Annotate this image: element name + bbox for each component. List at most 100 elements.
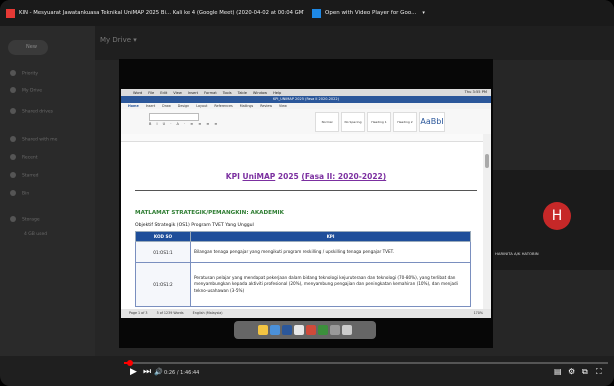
next-icon[interactable]: ⏭	[143, 367, 151, 377]
menu-view: View	[173, 90, 182, 95]
table-header-row: KOD SO KPI	[135, 231, 471, 242]
doc-scrollbar	[483, 134, 491, 309]
menu-edit: Edit	[160, 90, 168, 95]
word-title: KPI_UNIMAP 2025 (Fasa II 2020-2022)	[121, 96, 491, 103]
menu-word: Word	[133, 90, 143, 95]
miniplayer-icon[interactable]: ⧉	[582, 367, 588, 377]
video-file-icon	[6, 8, 15, 18]
tab-insert: Insert	[145, 104, 156, 108]
word-ribbon: B I U · A · ≡ ≡ ≡ ≡ Normal No Spacing He…	[121, 109, 491, 135]
storage-used: 4 GB used	[24, 232, 48, 237]
chevron-down-icon: ▾	[422, 10, 425, 16]
sidebar-item-shared-drives[interactable]: Shared drives	[10, 108, 53, 115]
gear-icon[interactable]: ⚙	[568, 367, 575, 376]
sidebar-item-bin[interactable]: Bin	[10, 190, 29, 197]
mac-clock: Thu 3:55 PM	[464, 90, 487, 94]
table-row: 01:OS1:2 Peratusan pelajar yang mendapat…	[135, 262, 471, 307]
drive-title[interactable]: My Drive ▾	[100, 36, 137, 44]
word-count: 5 of 1239 Words	[156, 311, 184, 315]
title-rule	[135, 190, 477, 191]
menu-window: Window	[252, 90, 268, 95]
kpi-code: 01:OS1:1	[135, 241, 191, 263]
sidebar-item-priority[interactable]: Priority	[10, 70, 38, 77]
style-heading-2: Heading 2	[393, 112, 417, 132]
mac-menubar: Word File Edit View Insert Format Tools …	[121, 89, 491, 96]
video-player-app-icon	[312, 8, 321, 18]
app-icon	[306, 325, 316, 335]
style-normal: Normal	[315, 112, 339, 132]
trash-icon	[10, 190, 16, 196]
tab-mailings: Mailings	[239, 104, 254, 108]
player-controls: ▶ ⏭ 🔊 0:26 / 1:46:44 ▤ ⚙ ⧉ ⛶	[0, 366, 614, 386]
menu-table: Table	[237, 90, 247, 95]
screen-frame: KIN - Mesyuarat Jawatankuasa Teknikal Un…	[0, 0, 614, 386]
word-icon	[282, 325, 292, 335]
sidebar-item-my-drive[interactable]: My Drive	[10, 87, 42, 94]
tab-home: Home	[128, 104, 139, 108]
header-kod-so: KOD SO	[135, 231, 191, 242]
word-status-bar: Page 1 of 3 5 of 1239 Words English (Mal…	[121, 309, 491, 318]
avatar: H	[543, 202, 571, 230]
objective-text: Objektif Strategik (OS1) Program TVET Ya…	[135, 223, 254, 228]
styles-gallery: Normal No Spacing Heading 1 Heading 2 Aa…	[315, 112, 447, 132]
participant-name: HARINITA A/K HATOBIN	[495, 251, 539, 256]
menu-file: File	[148, 90, 155, 95]
font-name-box	[149, 113, 199, 121]
finder-icon	[258, 325, 268, 335]
tab-design: Design	[177, 104, 190, 108]
strategic-heading: MATLAMAT STRATEGIK/PEMANGKIN: AKADEMIK	[135, 210, 284, 216]
tab-review: Review	[260, 104, 273, 108]
menu-format: Format	[204, 90, 217, 95]
sidebar-item-recent[interactable]: Recent	[10, 154, 38, 161]
fullscreen-icon[interactable]: ⛶	[596, 367, 602, 377]
drive-icon	[10, 87, 16, 93]
tab-view: View	[279, 104, 287, 108]
kpi-description: Bilangan tenaga pengajar yang mengikuti …	[190, 241, 471, 263]
menu-help: Help	[273, 90, 282, 95]
style-no-spacing: No Spacing	[341, 112, 365, 132]
tab-references: References	[214, 104, 233, 108]
play-icon[interactable]: ▶	[130, 367, 137, 377]
kpi-code: 01:OS1:2	[135, 262, 191, 307]
volume-icon[interactable]: 🔊	[154, 368, 163, 376]
tab-layout: Layout	[196, 104, 208, 108]
captions-icon[interactable]: ▤	[554, 367, 562, 376]
zoom-level: 170%	[473, 311, 483, 315]
tab-draw: Draw	[162, 104, 171, 108]
trash-icon	[342, 325, 352, 335]
kpi-description: Peratusan pelajar yang mendapat pekerjaa…	[190, 262, 471, 307]
ruler	[121, 134, 483, 142]
app-icon	[294, 325, 304, 335]
header-kpi: KPI	[190, 231, 471, 242]
priority-icon	[10, 70, 16, 76]
time-display: 0:26 / 1:46:44	[164, 370, 200, 376]
app-icon	[330, 325, 340, 335]
scroll-thumb	[485, 154, 489, 168]
style-title: AaBbI	[419, 112, 445, 132]
cloud-icon	[10, 216, 16, 222]
language: English (Malaysia)	[192, 311, 223, 315]
video-title: KIN - Mesyuarat Jawatankuasa Teknikal Un…	[19, 10, 304, 16]
page-count: Page 1 of 3	[129, 311, 148, 315]
style-heading-1: Heading 1	[367, 112, 391, 132]
app-icon	[318, 325, 328, 335]
word-document: KPI UniMAP 2025 (Fasa II: 2020-2022) MAT…	[121, 134, 491, 309]
sidebar-item-storage[interactable]: Storage	[10, 216, 40, 223]
open-with-label: Open with Video Player for Goo...	[325, 10, 417, 16]
sidebar-item-starred[interactable]: Starred	[10, 172, 39, 179]
clock-icon	[10, 154, 16, 160]
table-row: 01:OS1:1 Bilangan tenaga pengajar yang m…	[135, 241, 471, 263]
sidebar-item-shared-with-me[interactable]: Shared with me	[10, 136, 57, 143]
format-tools: B I U · A · ≡ ≡ ≡ ≡	[149, 122, 220, 126]
progress-bar[interactable]	[124, 360, 608, 366]
mac-dock	[234, 321, 376, 339]
shared-drives-icon	[10, 108, 16, 114]
open-with-button[interactable]: Open with Video Player for Goo... ▾	[312, 8, 425, 18]
menu-tools: Tools	[222, 90, 232, 95]
document-title: KPI UniMAP 2025 (Fasa II: 2020-2022)	[225, 172, 387, 181]
menu-insert: Insert	[187, 90, 199, 95]
safari-icon	[270, 325, 280, 335]
people-icon	[10, 136, 16, 142]
new-button[interactable]: New	[8, 40, 48, 55]
star-icon	[10, 172, 16, 178]
